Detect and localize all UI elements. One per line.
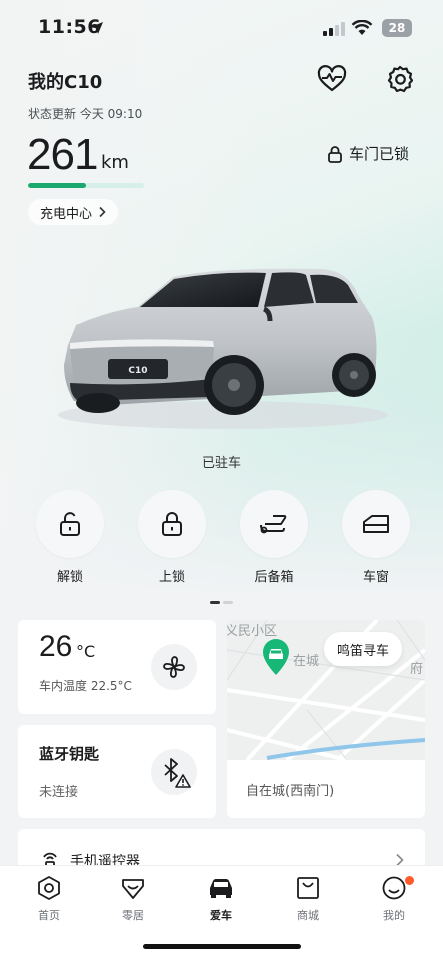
fan-icon [163, 656, 185, 678]
bluetooth-warning-icon [164, 758, 191, 788]
range-progress-fill [28, 183, 86, 188]
padlock-icon [328, 145, 342, 163]
lock-label: 上锁 [158, 570, 185, 585]
climate-card[interactable]: 26 °C 车内温度 22.5°C [18, 620, 216, 714]
charge-center-button[interactable]: 充电中心 [28, 199, 119, 225]
chevron-right-icon [99, 206, 106, 218]
tab-profile-label: 我的 [383, 909, 405, 922]
car-name-title[interactable]: 我的C10 [28, 68, 102, 94]
status-bar: 11:56 28 [0, 0, 443, 60]
page-indicator [210, 601, 233, 604]
tab-community-label: 零居 [122, 909, 144, 922]
tab-my-car-label: 爱车 [210, 909, 232, 922]
trunk-icon [260, 515, 287, 534]
lock-button[interactable]: 上锁 [137, 490, 207, 585]
tab-home-label: 首页 [38, 909, 60, 922]
bluetooth-key-status: 未连接 [39, 785, 79, 800]
home-indicator[interactable] [143, 944, 301, 949]
tab-my-car[interactable]: 爱车 [186, 874, 256, 923]
bag-icon [297, 877, 319, 899]
status-update-time: 状态更新 今天 09:10 [28, 107, 143, 121]
car-location-pin-icon [263, 639, 289, 675]
tab-home[interactable]: 首页 [14, 874, 84, 923]
heart-pulse-icon[interactable] [316, 64, 348, 94]
door-status-label: 车门已锁 [349, 145, 410, 163]
temperature-value: 26 [39, 630, 73, 663]
location-arrow-icon [91, 22, 103, 34]
notification-dot [405, 876, 414, 885]
tab-shop[interactable]: 商城 [273, 874, 343, 923]
tab-profile[interactable]: 我的 [359, 874, 429, 923]
wifi-icon [351, 20, 373, 35]
quick-actions: 解锁 上锁 后备箱 车窗 [0, 490, 443, 586]
inside-temperature: 车内温度 22.5°C [39, 679, 132, 693]
trunk-button[interactable]: 后备箱 [239, 490, 309, 585]
gear-icon[interactable] [385, 64, 415, 94]
heart-shop-icon [122, 879, 144, 899]
window-label: 车窗 [362, 570, 389, 585]
profile-icon [382, 876, 406, 900]
bluetooth-button[interactable] [151, 749, 197, 795]
fan-button[interactable] [151, 644, 197, 690]
vehicle-location-card[interactable]: 义民小区 在城 府 鸣笛寻车 自在城(西南门) [227, 620, 425, 818]
battery-indicator: 28 [382, 19, 412, 37]
trunk-label: 后备箱 [254, 570, 294, 585]
location-map[interactable]: 义民小区 在城 府 鸣笛寻车 [227, 620, 425, 760]
range-progress-bar [28, 183, 144, 188]
tab-community[interactable]: 零居 [98, 874, 168, 923]
window-button[interactable]: 车窗 [341, 490, 411, 585]
bluetooth-key-title: 蓝牙钥匙 [39, 745, 100, 763]
honk-find-car-button[interactable]: 鸣笛寻车 [324, 632, 403, 666]
unlock-label: 解锁 [56, 570, 83, 585]
unlock-icon [60, 512, 80, 536]
car-badge: C10 [128, 366, 147, 376]
range-unit: km [101, 152, 129, 173]
map-poi-right: 府 [410, 662, 424, 677]
unlock-button[interactable]: 解锁 [35, 490, 105, 585]
tab-shop-label: 商城 [297, 909, 319, 922]
bluetooth-key-card[interactable]: 蓝牙钥匙 未连接 [18, 725, 216, 818]
charge-center-label: 充电中心 [40, 206, 93, 222]
range-value: 261 [27, 130, 98, 179]
door-lock-status[interactable]: 车门已锁 [327, 143, 409, 164]
map-poi-pin-label: 在城 [293, 654, 320, 669]
temperature-unit: °C [76, 642, 96, 661]
vehicle-address: 自在城(西南门) [246, 784, 335, 799]
parked-status-label: 已驻车 [201, 456, 241, 471]
lock-icon [162, 512, 182, 536]
home-icon [38, 876, 60, 900]
cellular-signal-icon [323, 22, 345, 36]
car-image[interactable]: C10 [48, 255, 388, 435]
window-icon [363, 515, 389, 533]
car-icon [210, 879, 232, 898]
